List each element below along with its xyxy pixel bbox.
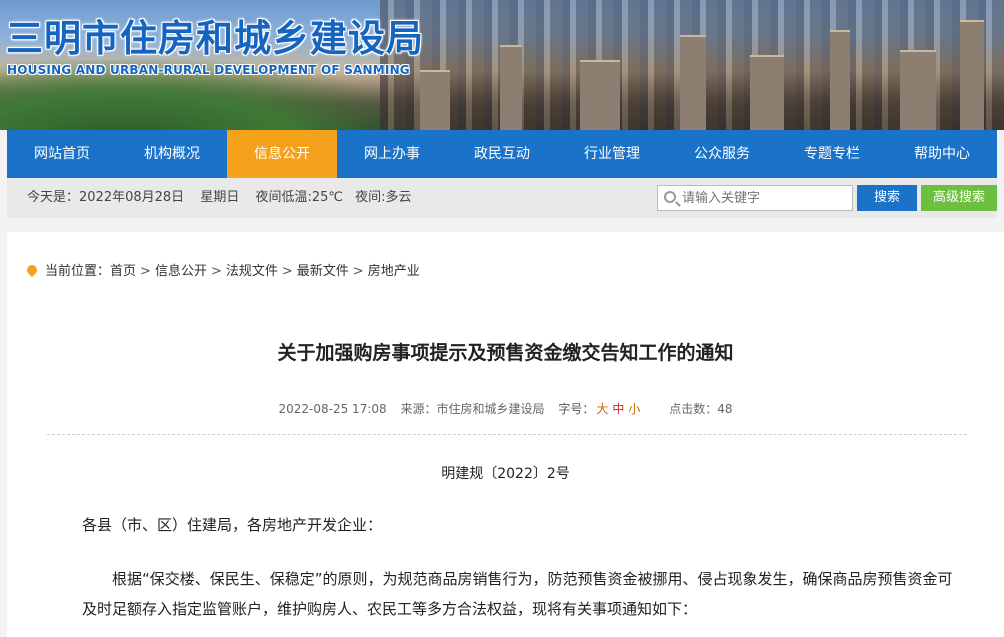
breadcrumb-separator: >: [140, 264, 151, 279]
search-input[interactable]: [682, 189, 850, 207]
today-date: 今天是：2022年08月28日: [27, 190, 185, 205]
hit-count: 点击数：48: [669, 402, 733, 416]
font-size-switcher: 字号：大中小: [558, 402, 642, 416]
date-weather: 今天是：2022年08月28日 星期日 夜间低温:25℃ 夜间:多云: [27, 178, 424, 218]
content-panel: 当前位置：首页 > 信息公开 > 法规文件 > 最新文件 > 房地产业 关于加强购房事项提示及预…: [7, 232, 1004, 637]
nav-item-info-disclosure[interactable]: 信息公开: [227, 130, 337, 178]
font-size-large[interactable]: 大: [596, 402, 608, 416]
nav-item-help[interactable]: 帮助中心: [887, 130, 997, 178]
nav-item-interaction[interactable]: 政民互动: [447, 130, 557, 178]
site-subtitle: HOUSING AND URBAN-RURAL DEVELOPMENT OF S…: [7, 63, 410, 77]
breadcrumb-prefix: 当前位置：: [45, 264, 111, 279]
search-button[interactable]: 搜索: [857, 185, 917, 211]
nav-item-online-services[interactable]: 网上办事: [337, 130, 447, 178]
advanced-search-button[interactable]: 高级搜索: [921, 185, 997, 211]
night-weather: 夜间:多云: [355, 190, 412, 205]
main-nav: 网站首页 机构概况 信息公开 网上办事 政民互动 行业管理 公众服务 专题专栏 …: [7, 130, 997, 178]
font-size-small[interactable]: 小: [628, 402, 640, 416]
addressee: 各县（市、区）住建局，各房地产开发企业：: [82, 516, 383, 534]
location-pin-icon: [24, 262, 40, 278]
article-meta: 2022-08-25 17:08 来源：市住房和城乡建设局 字号：大中小 点击数…: [7, 400, 1004, 417]
article-title: 关于加强购房事项提示及预售资金缴交告知工作的通知: [277, 342, 734, 364]
weekday: 星期日: [200, 190, 240, 205]
nav-item-special-topics[interactable]: 专题专栏: [777, 130, 887, 178]
divider: [47, 434, 967, 435]
nav-item-industry[interactable]: 行业管理: [557, 130, 667, 178]
breadcrumb: 当前位置：首页 > 信息公开 > 法规文件 > 最新文件 > 房地产业: [24, 260, 420, 279]
nav-item-public-services[interactable]: 公众服务: [667, 130, 777, 178]
breadcrumb-item-real-estate[interactable]: 房地产业: [368, 264, 420, 279]
breadcrumb-item-home[interactable]: 首页: [110, 264, 136, 279]
breadcrumb-separator: >: [210, 264, 222, 279]
publish-date: 2022-08-25 17:08: [278, 402, 387, 416]
breadcrumb-item-latest[interactable]: 最新文件: [297, 264, 349, 279]
breadcrumb-separator: >: [281, 264, 293, 279]
site-title: 三明市住房和城乡建设局: [6, 17, 424, 60]
nav-item-home[interactable]: 网站首页: [7, 130, 117, 178]
info-bar: 今天是：2022年08月28日 星期日 夜间低温:25℃ 夜间:多云 搜索 高级…: [7, 178, 997, 218]
search-box: [657, 185, 853, 211]
nav-item-about[interactable]: 机构概况: [117, 130, 227, 178]
breadcrumb-item-info[interactable]: 信息公开: [155, 264, 207, 279]
font-size-medium[interactable]: 中: [612, 402, 624, 416]
body-paragraph: 根据“保交楼、保民生、保稳定”的原则，为规范商品房销售行为，防范预售资金被挪用、…: [82, 570, 953, 618]
article-source: 来源：市住房和城乡建设局: [400, 402, 545, 416]
breadcrumb-separator: >: [352, 264, 364, 279]
search-icon: [664, 191, 676, 203]
breadcrumb-item-regulations[interactable]: 法规文件: [226, 264, 278, 279]
font-size-label: 字号：: [558, 402, 595, 416]
document-number: 明建规〔2022〕2号: [441, 466, 570, 482]
low-temperature: 夜间低温:25℃: [255, 190, 343, 205]
banner-city-image: [380, 0, 1004, 130]
header-banner: 三明市住房和城乡建设局 HOUSING AND URBAN-RURAL DEVE…: [0, 0, 1004, 130]
